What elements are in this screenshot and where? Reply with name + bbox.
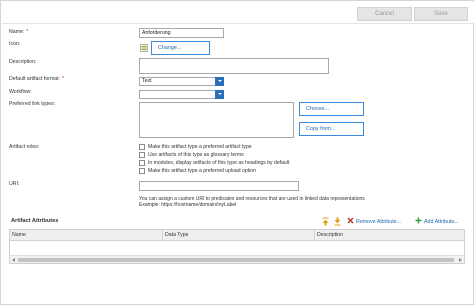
description-label: Description: — [9, 59, 37, 65]
artifact-attributes-table: Name Data Type Description — [9, 229, 465, 264]
role-label: Use artifacts of this type as glossary t… — [148, 152, 244, 158]
uri-example-text: Example: https://hostname/domain/myLabel — [139, 202, 237, 208]
role-label: In modules, display artifacts of this ty… — [148, 160, 290, 166]
name-label-text: Name: — [9, 29, 25, 35]
choose-link-types-button[interactable]: Choose... — [299, 102, 364, 116]
description-textarea[interactable] — [139, 58, 329, 74]
scroll-left-icon[interactable] — [12, 258, 15, 262]
icon-label: Icon: — [9, 41, 21, 47]
role-preferred-upload-option[interactable]: Make this artifact type a preferred uplo… — [139, 168, 256, 176]
remove-x-icon — [347, 217, 354, 224]
add-plus-icon — [415, 217, 422, 224]
name-label: Name: * — [9, 29, 28, 35]
column-header-description[interactable]: Description — [314, 230, 464, 241]
checkbox[interactable] — [139, 160, 145, 166]
preferred-link-types-list[interactable] — [139, 102, 294, 138]
remove-attribute-label: Remove Attribute... — [356, 219, 402, 225]
preferred-link-types-label: Preferred link types: — [9, 101, 56, 107]
checkbox[interactable] — [139, 152, 145, 158]
chevron-down-icon[interactable] — [215, 90, 224, 99]
role-headings-in-modules[interactable]: In modules, display artifacts of this ty… — [139, 160, 289, 168]
cancel-button[interactable]: Cancel — [357, 7, 412, 21]
workflow-label: Workflow: — [9, 89, 32, 95]
horizontal-scrollbar[interactable] — [10, 255, 464, 263]
artifact-type-editor: Cancel Save Name: * Anforderung Icon: Cha… — [0, 0, 474, 305]
artifact-roles-label: Artifact roles: — [9, 144, 40, 150]
default-format-select[interactable]: Text — [139, 77, 224, 86]
required-marker: * — [62, 76, 65, 82]
workflow-select[interactable] — [139, 90, 224, 99]
change-icon-button[interactable]: Change... — [151, 41, 210, 55]
artifact-type-icon — [140, 44, 148, 52]
scroll-right-icon[interactable] — [459, 258, 462, 262]
table-header: Name Data Type Description — [10, 230, 464, 241]
column-header-data-type[interactable]: Data Type — [162, 230, 314, 241]
add-attribute-label: Add Attribute... — [424, 219, 459, 225]
role-label: Make this artifact type a preferred arti… — [148, 144, 252, 150]
move-up-icon[interactable] — [321, 217, 330, 226]
role-label: Make this artifact type a preferred uplo… — [148, 168, 256, 174]
role-preferred-artifact-type[interactable]: Make this artifact type a preferred arti… — [139, 144, 252, 152]
checkbox[interactable] — [139, 168, 145, 174]
move-down-icon[interactable] — [333, 217, 342, 226]
copy-from-button[interactable]: Copy from... — [299, 122, 364, 136]
required-marker: * — [26, 29, 29, 35]
chevron-down-icon[interactable] — [215, 77, 224, 86]
editor-toolbar: Cancel Save — [2, 2, 474, 24]
remove-attribute-button[interactable]: Remove Attribute... — [347, 217, 401, 226]
artifact-attributes-title: Artifact Attributes — [11, 218, 59, 224]
add-attribute-button[interactable]: Add Attribute... — [415, 217, 459, 226]
role-glossary-terms[interactable]: Use artifacts of this type as glossary t… — [139, 152, 244, 160]
save-button[interactable]: Save — [414, 7, 468, 21]
uri-input[interactable] — [139, 181, 299, 191]
column-header-name[interactable]: Name — [10, 230, 162, 241]
default-format-label: Default artifact format: * — [9, 76, 64, 82]
default-format-value: Text — [142, 78, 152, 84]
scrollbar-thumb[interactable] — [18, 258, 454, 262]
default-format-label-text: Default artifact format: — [9, 76, 61, 82]
name-input[interactable]: Anforderung — [139, 28, 224, 38]
checkbox[interactable] — [139, 144, 145, 150]
uri-label: URI: — [9, 181, 20, 187]
